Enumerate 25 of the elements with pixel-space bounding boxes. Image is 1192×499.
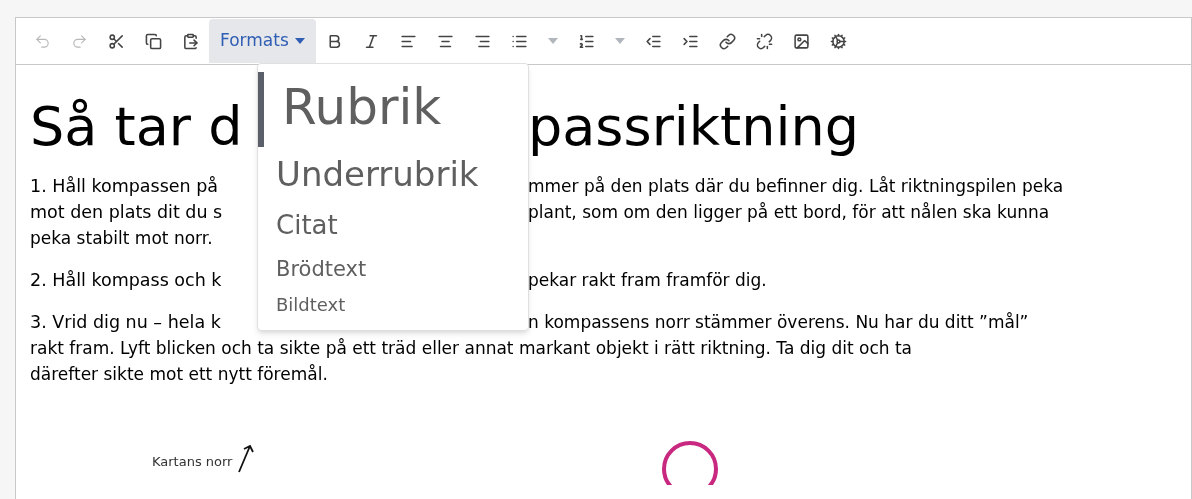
arrow-icon (236, 443, 257, 473)
format-option[interactable]: Citat (258, 201, 528, 250)
paragraph-text: mot den plats dit du s (30, 201, 224, 224)
caret-icon (294, 38, 305, 44)
format-option[interactable]: Underrubrik (258, 146, 528, 201)
paragraph-text: 3. Vrid dig nu – hela k (30, 311, 222, 334)
paragraph-text: n kompassens norr stämmer överens. Nu har du ditt ”mål” (528, 311, 1029, 334)
paragraph-text: mmer på den plats där du befinner dig. Låt riktningspilen peka (528, 175, 1064, 198)
compass-ring-drawing (661, 439, 720, 485)
paragraph-text: plant, som om den ligger på ett bord, för att nålen ska kunna (528, 201, 1050, 224)
paragraph-text: 2. Håll kompass och k (30, 269, 223, 292)
document-heading: passriktning (528, 97, 859, 157)
paragraph-text: rakt fram. Lyft blicken och ta sikte på ett träd eller annat markant objekt i rätt riktning. Ta dig dit och ta (30, 337, 913, 360)
figure-label: Kartans norr (152, 453, 233, 471)
format-option[interactable]: Bildtext (258, 287, 528, 323)
format-option[interactable]: Rubrik (258, 72, 528, 147)
paragraph-text: pekar rakt fram framför dig. (528, 269, 767, 292)
paragraph-text: peka stabilt mot norr. (30, 227, 213, 250)
paragraph-text: 1. Håll kompassen på (30, 175, 219, 198)
caret-icon (614, 38, 625, 44)
paragraph-text: därefter sikte mot ett nytt föremål. (30, 363, 328, 386)
document-heading: Så tar d (30, 97, 244, 157)
caret-icon (547, 38, 558, 44)
format-option[interactable]: Brödtext (258, 249, 528, 288)
formats-dropdown[interactable]: Formats (209, 19, 316, 63)
